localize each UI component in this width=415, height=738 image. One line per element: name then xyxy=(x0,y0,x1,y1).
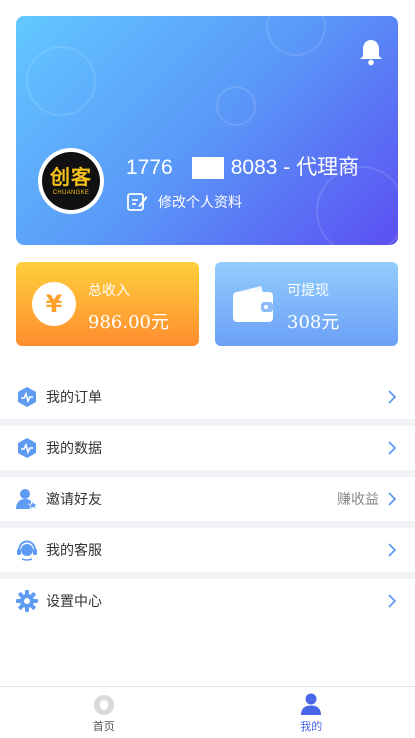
menu-item-settings[interactable]: 设置中心 xyxy=(0,579,415,623)
chevron-right-icon xyxy=(388,543,397,557)
order-icon xyxy=(18,387,36,407)
menu-divider xyxy=(0,470,415,477)
withdraw-card[interactable]: 可提现 308元 xyxy=(215,262,398,346)
decor-circle xyxy=(216,86,256,126)
menu-label-invite: 邀请好友 xyxy=(46,492,102,508)
user-icon xyxy=(301,693,322,715)
avatar[interactable]: 创客 CHUANGKE xyxy=(38,148,104,214)
yen-icon: ¥ xyxy=(32,282,76,326)
edit-profile-label: 修改个人资料 xyxy=(158,195,242,211)
menu-item-customer-service[interactable]: 我的客服 xyxy=(0,528,415,572)
wallet-icon xyxy=(233,286,273,322)
data-icon xyxy=(18,438,36,458)
home-icon xyxy=(93,695,114,715)
profile-card: 创客 CHUANGKE 1776 8083 - 代理商 修改个人资料 xyxy=(16,16,398,245)
chevron-right-icon xyxy=(388,492,397,506)
phone-prefix: 1776 xyxy=(126,156,173,179)
bottom-tab-bar: 首页 我的 xyxy=(0,686,415,738)
tab-mine[interactable]: 我的 xyxy=(208,687,415,738)
chevron-right-icon xyxy=(388,390,397,404)
menu-label-customer-service: 我的客服 xyxy=(46,543,102,559)
chevron-right-icon xyxy=(388,441,397,455)
tab-label-mine: 我的 xyxy=(300,720,323,733)
edit-icon xyxy=(127,193,148,211)
menu-divider xyxy=(0,572,415,579)
menu-divider xyxy=(0,521,415,528)
income-card: ¥ 总收入 986.00元 xyxy=(16,262,199,346)
decor-circle xyxy=(266,16,326,56)
tab-home[interactable]: 首页 xyxy=(0,687,208,738)
phone-suffix: 8083 - 代理商 xyxy=(230,156,360,179)
customer-service-icon xyxy=(17,540,37,561)
bell-icon[interactable] xyxy=(358,38,384,66)
withdraw-value: 308元 xyxy=(287,312,340,333)
menu-divider xyxy=(0,419,415,426)
menu-item-data[interactable]: 我的数据 xyxy=(0,426,415,470)
decor-circle xyxy=(26,46,96,116)
menu-label-data: 我的数据 xyxy=(46,441,102,457)
invite-icon xyxy=(16,489,38,510)
chevron-right-icon xyxy=(388,594,397,608)
menu-label-settings: 设置中心 xyxy=(46,594,102,610)
settings-icon xyxy=(16,590,38,612)
avatar-logo: 创客 CHUANGKE xyxy=(42,152,100,210)
phone-title: 1776 8083 - 代理商 xyxy=(126,151,359,181)
logo-text: 创客 xyxy=(50,164,92,189)
income-label: 总收入 xyxy=(88,283,130,299)
menu-label-orders: 我的订单 xyxy=(46,390,102,406)
redaction-mask xyxy=(192,157,224,179)
menu-item-orders[interactable]: 我的订单 xyxy=(0,375,415,419)
income-value: 986.00元 xyxy=(88,312,169,333)
edit-profile-link[interactable]: 修改个人资料 xyxy=(126,191,242,213)
logo-subtext: CHUANGKE xyxy=(52,189,90,196)
menu-item-invite[interactable]: 邀请好友 赚收益 xyxy=(0,477,415,521)
menu-extra-earn: 赚收益 xyxy=(337,492,379,508)
tab-label-home: 首页 xyxy=(92,720,115,733)
withdraw-label: 可提现 xyxy=(287,283,329,299)
